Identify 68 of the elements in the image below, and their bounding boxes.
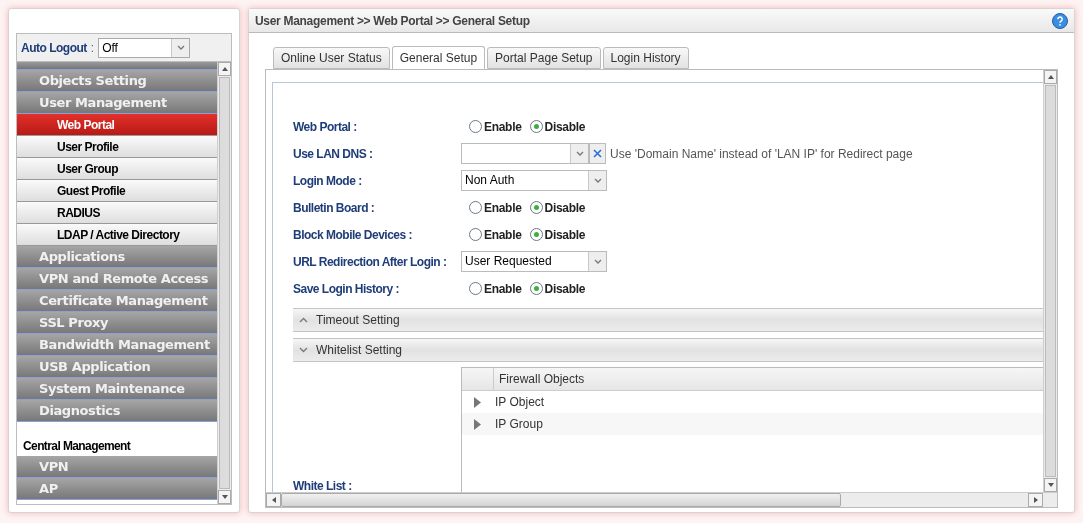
- caret-icon: [593, 259, 602, 264]
- field-label: Use LAN DNS :: [293, 145, 374, 163]
- radio-label: Disable: [544, 280, 586, 298]
- left-arrow-icon: [270, 496, 277, 504]
- radio-label: Disable: [544, 226, 586, 244]
- caret-icon: [593, 178, 602, 183]
- clear-button[interactable]: [589, 143, 606, 164]
- tree-row[interactable]: IP Group: [462, 413, 1043, 435]
- up-arrow-icon: [220, 66, 229, 72]
- tab[interactable]: Login History: [602, 47, 689, 69]
- radio-button[interactable]: [529, 282, 543, 295]
- field-label: URL Redirection After Login :: [293, 253, 448, 271]
- radio-button[interactable]: [529, 201, 543, 214]
- select-field[interactable]: Non Auth: [461, 170, 607, 191]
- menu-sub-item[interactable]: RADIUS: [17, 202, 217, 224]
- horizontal-scrollbar[interactable]: [266, 492, 1057, 507]
- radio-label: Disable: [544, 199, 586, 217]
- menu-sub-item[interactable]: Web Portal: [17, 114, 217, 136]
- radio-button[interactable]: [529, 228, 543, 241]
- lan-dns-combo[interactable]: [461, 143, 589, 164]
- caret-icon: [176, 45, 185, 50]
- section-header[interactable]: Whitelist Setting: [293, 338, 1043, 362]
- radio-label: Disable: [544, 118, 586, 136]
- tab[interactable]: General Setup: [391, 46, 486, 70]
- auto-logout-label: Auto Logout: [21, 39, 87, 57]
- expand-arrow-icon: [474, 396, 481, 408]
- radio-label: Enable: [484, 118, 522, 136]
- vertical-scrollbar[interactable]: [217, 62, 231, 504]
- column-header: Firewall Objects: [498, 371, 585, 388]
- radio-label: Enable: [484, 226, 522, 244]
- hint-text: Use 'Domain Name' instead of 'LAN IP' for Redirect page: [610, 145, 913, 163]
- field-label: Login Mode :: [293, 172, 363, 190]
- menu-sub-item[interactable]: User Group: [17, 158, 217, 180]
- close-icon: [593, 149, 602, 158]
- field-label: White List :: [293, 480, 352, 492]
- radio-label: Enable: [484, 280, 522, 298]
- up-arrow-icon: [1046, 74, 1055, 80]
- right-arrow-icon: [1032, 496, 1039, 504]
- radio-button[interactable]: [469, 228, 482, 241]
- tab[interactable]: Portal Page Setup: [487, 47, 601, 69]
- radio-label: Enable: [484, 199, 522, 217]
- down-arrow-icon: [220, 494, 229, 500]
- menu-sub-item[interactable]: User Profile: [17, 136, 217, 158]
- field-label: Bulletin Board :: [293, 199, 376, 217]
- radio-button[interactable]: [469, 120, 482, 133]
- tab[interactable]: Online User Status: [273, 47, 390, 69]
- section-heading: Central Management: [23, 438, 131, 455]
- field-label: Save Login History :: [293, 280, 401, 298]
- menu-sub-item[interactable]: LDAP / Active Directory: [17, 224, 217, 246]
- field-label: Web Portal :: [293, 118, 358, 136]
- expand-arrow-icon: [474, 418, 481, 430]
- select-field[interactable]: User Requested: [461, 251, 607, 272]
- chevron-icon: [299, 317, 308, 323]
- auto-logout-select[interactable]: Off: [98, 37, 191, 58]
- radio-button[interactable]: [529, 120, 543, 133]
- chevron-icon: [299, 347, 308, 353]
- colon-text: :: [90, 39, 95, 57]
- menu-sub-item[interactable]: Guest Profile: [17, 180, 217, 202]
- help-icon[interactable]: [1052, 12, 1068, 29]
- dropdown-button[interactable]: [171, 38, 190, 57]
- radio-button[interactable]: [469, 282, 482, 295]
- caret-icon: [575, 151, 584, 156]
- vertical-scrollbar[interactable]: [1043, 70, 1057, 492]
- section-header[interactable]: Timeout Setting: [293, 308, 1043, 332]
- field-label: Block Mobile Devices :: [293, 226, 414, 244]
- radio-button[interactable]: [469, 201, 482, 214]
- down-arrow-icon: [1046, 482, 1055, 488]
- breadcrumb: User Management >> Web Portal >> General Setup: [255, 12, 530, 30]
